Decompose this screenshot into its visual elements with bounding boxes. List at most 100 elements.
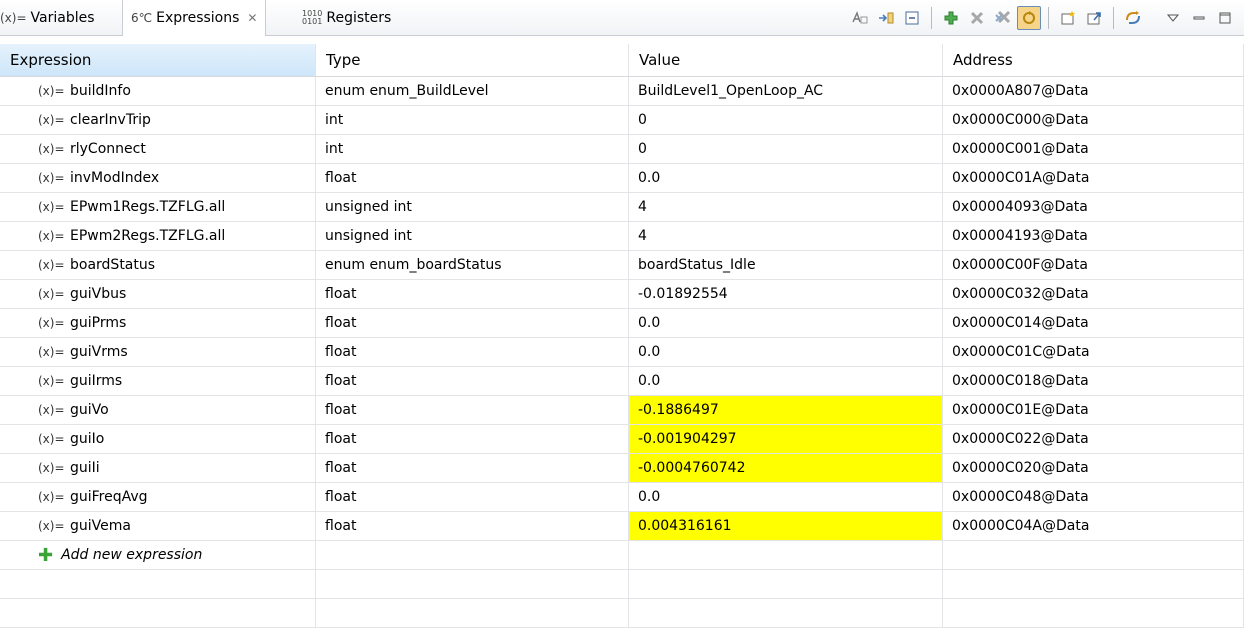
remove-all-expressions-icon[interactable] xyxy=(991,6,1015,30)
table-row[interactable]: (x)= invModIndex float 0.0 0x0000C01A@Da… xyxy=(0,164,1244,193)
variable-icon: (x)= xyxy=(38,374,65,388)
add-expression-row[interactable]: ✚ Add new expression xyxy=(0,541,1244,570)
close-icon[interactable]: ✕ xyxy=(247,11,257,25)
type-cell: float xyxy=(316,512,629,541)
table-row[interactable]: (x)= guiIrms float 0.0 0x0000C018@Data xyxy=(0,367,1244,396)
expression-cell[interactable]: (x)= invModIndex xyxy=(0,164,316,193)
view-tab-bar: (x)= Variables 6℃ Expressions ✕ 1010 010… xyxy=(0,0,1244,36)
expression-name: guiVo xyxy=(70,402,109,418)
expression-cell[interactable]: (x)= EPwm2Regs.TZFLG.all xyxy=(0,222,316,251)
variable-icon: (x)= xyxy=(38,519,65,533)
address-cell: 0x0000C032@Data xyxy=(943,280,1244,309)
expression-cell[interactable]: (x)= EPwm1Regs.TZFLG.all xyxy=(0,193,316,222)
column-header-value[interactable]: Value xyxy=(629,44,943,77)
expression-cell[interactable]: (x)= guiPrms xyxy=(0,309,316,338)
address-cell: 0x0000C000@Data xyxy=(943,106,1244,135)
value-cell[interactable]: BuildLevel1_OpenLoop_AC xyxy=(629,77,943,106)
column-header-expression[interactable]: Expression xyxy=(0,44,316,77)
expression-name: guiVema xyxy=(70,518,131,534)
table-row[interactable]: (x)= guiVema float 0.004316161 0x0000C04… xyxy=(0,512,1244,541)
value-cell[interactable]: 0.0 xyxy=(629,164,943,193)
table-row[interactable]: (x)= rlyConnect int 0 0x0000C001@Data xyxy=(0,135,1244,164)
collapse-expand-icon[interactable] xyxy=(874,6,898,30)
type-cell: unsigned int xyxy=(316,222,629,251)
table-row[interactable]: (x)= boardStatus enum enum_boardStatus b… xyxy=(0,251,1244,280)
expressions-icon: 6℃ xyxy=(131,11,153,25)
add-expression-cell[interactable]: ✚ Add new expression xyxy=(0,541,316,570)
variable-icon: (x)= xyxy=(38,432,65,446)
remove-expression-icon[interactable] xyxy=(965,6,989,30)
maximize-icon[interactable] xyxy=(1213,6,1237,30)
expression-name: guiVrms xyxy=(70,344,128,360)
registers-icon: 1010 0101 xyxy=(302,9,323,26)
new-watch-icon[interactable] xyxy=(1056,6,1080,30)
table-row[interactable]: (x)= guiVo float -0.1886497 0x0000C01E@D… xyxy=(0,396,1244,425)
value-cell[interactable]: -0.01892554 xyxy=(629,280,943,309)
expression-cell[interactable]: (x)= buildInfo xyxy=(0,77,316,106)
expression-cell[interactable]: (x)= guiFreqAvg xyxy=(0,483,316,512)
table-row[interactable]: (x)= EPwm2Regs.TZFLG.all unsigned int 4 … xyxy=(0,222,1244,251)
expression-cell[interactable]: (x)= guiVbus xyxy=(0,280,316,309)
value-cell[interactable]: 0 xyxy=(629,135,943,164)
expression-cell[interactable]: (x)= guiIi xyxy=(0,454,316,483)
export-icon[interactable] xyxy=(1082,6,1106,30)
table-row[interactable]: (x)= guiFreqAvg float 0.0 0x0000C048@Dat… xyxy=(0,483,1244,512)
column-header-type[interactable]: Type xyxy=(316,44,629,77)
value-cell[interactable]: -0.0004760742 xyxy=(629,454,943,483)
variable-icon: (x)= xyxy=(38,316,65,330)
expression-cell[interactable]: (x)= guiVema xyxy=(0,512,316,541)
show-type-names-icon[interactable] xyxy=(848,6,872,30)
value-cell[interactable]: 0.0 xyxy=(629,338,943,367)
expression-name: clearInvTrip xyxy=(70,112,151,128)
add-expression-icon[interactable] xyxy=(939,6,963,30)
value-cell[interactable]: 4 xyxy=(629,193,943,222)
value-cell[interactable]: -0.001904297 xyxy=(629,425,943,454)
view-menu-icon[interactable] xyxy=(1161,6,1185,30)
address-cell: 0x0000C01C@Data xyxy=(943,338,1244,367)
table-row[interactable]: (x)= guiPrms float 0.0 0x0000C014@Data xyxy=(0,309,1244,338)
expression-cell[interactable]: (x)= guiIo xyxy=(0,425,316,454)
table-row[interactable]: (x)= guiIo float -0.001904297 0x0000C022… xyxy=(0,425,1244,454)
table-row[interactable]: (x)= guiVrms float 0.0 0x0000C01C@Data xyxy=(0,338,1244,367)
table-row[interactable]: (x)= guiIi float -0.0004760742 0x0000C02… xyxy=(0,454,1244,483)
collapse-all-icon[interactable] xyxy=(900,6,924,30)
value-cell[interactable]: 0.004316161 xyxy=(629,512,943,541)
table-row[interactable]: (x)= EPwm1Regs.TZFLG.all unsigned int 4 … xyxy=(0,193,1244,222)
tab-registers[interactable]: 1010 0101 Registers xyxy=(302,0,391,36)
table-row[interactable]: (x)= buildInfo enum enum_BuildLevel Buil… xyxy=(0,77,1244,106)
expression-cell[interactable]: (x)= boardStatus xyxy=(0,251,316,280)
address-cell: 0x0000C018@Data xyxy=(943,367,1244,396)
table-row[interactable]: (x)= clearInvTrip int 0 0x0000C000@Data xyxy=(0,106,1244,135)
tab-expressions[interactable]: 6℃ Expressions ✕ xyxy=(122,0,267,36)
type-cell: float xyxy=(316,425,629,454)
variable-icon: (x)= xyxy=(38,490,65,504)
view-toolbar xyxy=(847,0,1238,36)
expression-cell[interactable]: (x)= rlyConnect xyxy=(0,135,316,164)
value-cell[interactable]: 4 xyxy=(629,222,943,251)
type-cell: enum enum_boardStatus xyxy=(316,251,629,280)
table-row[interactable]: (x)= guiVbus float -0.01892554 0x0000C03… xyxy=(0,280,1244,309)
address-cell: 0x0000C022@Data xyxy=(943,425,1244,454)
expression-cell[interactable]: (x)= guiVrms xyxy=(0,338,316,367)
value-cell[interactable]: 0.0 xyxy=(629,309,943,338)
type-cell: float xyxy=(316,396,629,425)
expression-cell[interactable]: (x)= guiIrms xyxy=(0,367,316,396)
refresh-icon[interactable] xyxy=(1121,6,1145,30)
value-cell[interactable]: -0.1886497 xyxy=(629,396,943,425)
expression-cell[interactable]: (x)= guiVo xyxy=(0,396,316,425)
address-cell: 0x0000C01A@Data xyxy=(943,164,1244,193)
value-cell[interactable]: boardStatus_Idle xyxy=(629,251,943,280)
toolbar-separator xyxy=(1113,7,1114,29)
tab-variables[interactable]: (x)= Variables xyxy=(0,0,95,36)
continuous-refresh-icon[interactable] xyxy=(1017,6,1041,30)
value-cell[interactable]: 0 xyxy=(629,106,943,135)
expression-name: EPwm1Regs.TZFLG.all xyxy=(70,199,226,215)
empty-cell xyxy=(0,570,316,599)
expression-cell[interactable]: (x)= clearInvTrip xyxy=(0,106,316,135)
toolbar-separator xyxy=(1048,7,1049,29)
column-header-address[interactable]: Address xyxy=(943,44,1244,77)
value-cell[interactable]: 0.0 xyxy=(629,367,943,396)
value-cell[interactable]: 0.0 xyxy=(629,483,943,512)
type-cell: float xyxy=(316,483,629,512)
minimize-icon[interactable] xyxy=(1187,6,1211,30)
